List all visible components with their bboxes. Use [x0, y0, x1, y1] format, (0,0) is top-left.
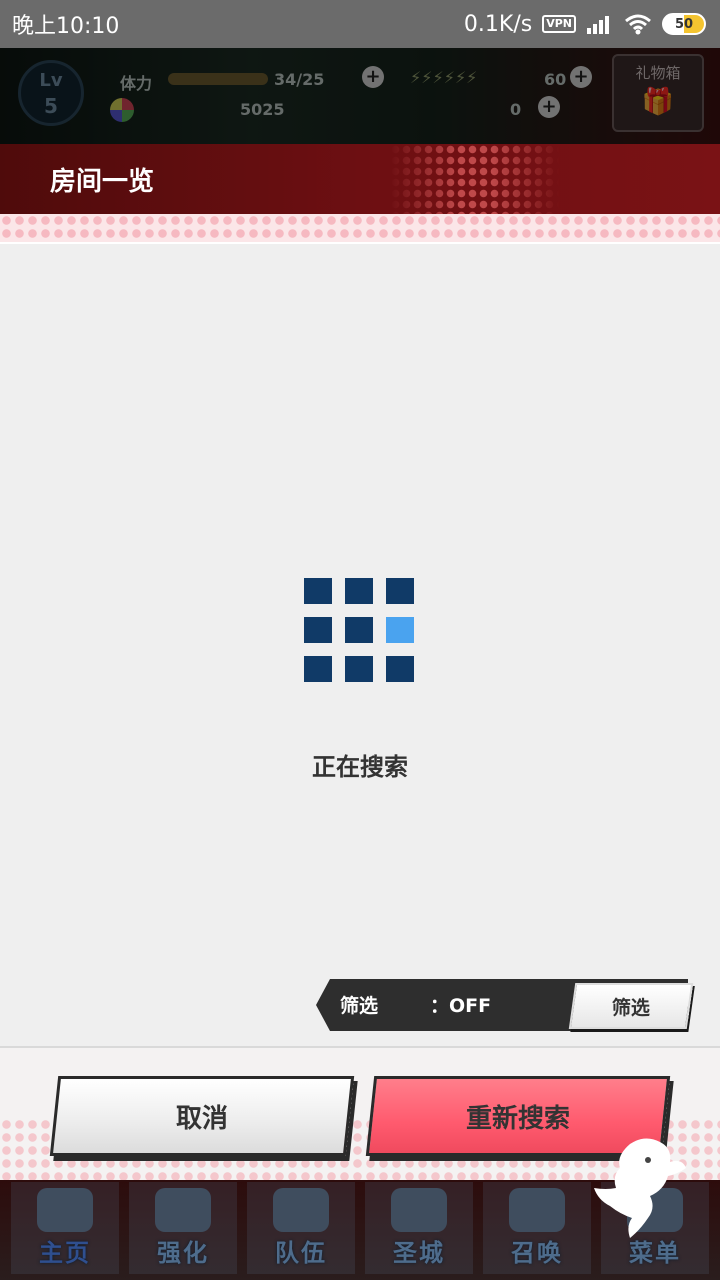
add-gem-button[interactable]: + [538, 96, 560, 118]
nav-item-upgrade[interactable]: 强化 [129, 1182, 237, 1274]
research-button-label: 重新搜索 [465, 1103, 570, 1134]
loader-cell [304, 617, 332, 643]
battery-icon: 50 [662, 13, 706, 35]
filter-button-label: 筛选 [611, 996, 650, 1019]
home-icon [37, 1188, 93, 1232]
mascot-icon [594, 1138, 686, 1238]
loader-cell [386, 656, 414, 682]
level-badge: Lv 5 [18, 60, 84, 126]
network-speed: 0.1K/s [463, 11, 533, 37]
add-stamina-button[interactable]: + [362, 66, 384, 88]
stamina-label: 体力 [120, 74, 153, 93]
nav-item-home[interactable]: 主页 [11, 1182, 119, 1274]
stamina-value: 34/25 [274, 70, 325, 89]
nav-label: 主页 [39, 1239, 91, 1267]
nav-label: 圣城 [393, 1239, 445, 1267]
decorative-band [0, 214, 720, 244]
summon-icon [509, 1188, 565, 1232]
coin-count: 5025 [240, 100, 285, 119]
energy-value: 60 [544, 70, 567, 89]
loader-cell [345, 617, 373, 643]
status-indicators: 0.1K/s VPN 50 [464, 12, 706, 37]
cancel-button-label: 取消 [175, 1103, 228, 1134]
gem-icon [110, 98, 134, 122]
add-energy-button[interactable]: + [570, 66, 592, 88]
loader-cell [345, 656, 373, 682]
filter-status: ：OFF [430, 995, 492, 1017]
level-value: 5 [44, 94, 58, 118]
level-label: Lv [39, 70, 63, 91]
room-list-area: 正在搜索 筛选 ：OFF 筛选 [0, 244, 720, 1048]
filter-label: 筛选 [340, 995, 379, 1017]
clock: 晚上10:10 [12, 14, 120, 39]
dialog-title-bar: 房间一览 [0, 144, 720, 214]
filter-button[interactable]: 筛选 [568, 983, 694, 1029]
nav-item-city[interactable]: 圣城 [365, 1182, 473, 1274]
vpn-icon: VPN [542, 15, 576, 33]
loader-cell [345, 578, 373, 604]
gem-count: 0 [510, 100, 522, 119]
stamina-bar [168, 73, 268, 85]
nav-item-team[interactable]: 队伍 [247, 1182, 355, 1274]
loader-cell [304, 656, 332, 682]
loader-cell [386, 578, 414, 604]
loader-cell-active [386, 617, 414, 643]
nav-label: 强化 [157, 1239, 209, 1267]
team-icon [273, 1188, 329, 1232]
title-decoration [390, 144, 560, 214]
gift-box-label: 礼物箱 [635, 64, 681, 82]
energy-icons: ⚡⚡⚡⚡⚡⚡ [410, 68, 478, 87]
nav-item-summon[interactable]: 召唤 [483, 1182, 591, 1274]
signal-icon [587, 16, 609, 34]
wifi-icon [625, 14, 651, 35]
nav-label: 召唤 [511, 1239, 563, 1267]
page-title: 房间一览 [50, 166, 155, 197]
city-icon [391, 1188, 447, 1232]
gift-box-button[interactable]: 礼物箱 🎁 [612, 54, 704, 132]
game-hud: Lv 5 体力 34/25 + ⚡⚡⚡⚡⚡⚡ 60 + 5025 0 + 礼物箱… [0, 48, 720, 144]
status-bar: 晚上10:10 0.1K/s VPN 50 [0, 0, 720, 48]
cancel-button[interactable]: 取消 [49, 1076, 355, 1156]
upgrade-icon [155, 1188, 211, 1232]
searching-status: 正在搜索 [312, 753, 408, 781]
filter-bar: 筛选 ：OFF 筛选 [316, 979, 694, 1031]
nav-label: 队伍 [275, 1239, 327, 1267]
gift-icon: 🎁 [641, 87, 675, 117]
loader-cell [304, 578, 332, 604]
loading-spinner-icon [304, 578, 416, 684]
